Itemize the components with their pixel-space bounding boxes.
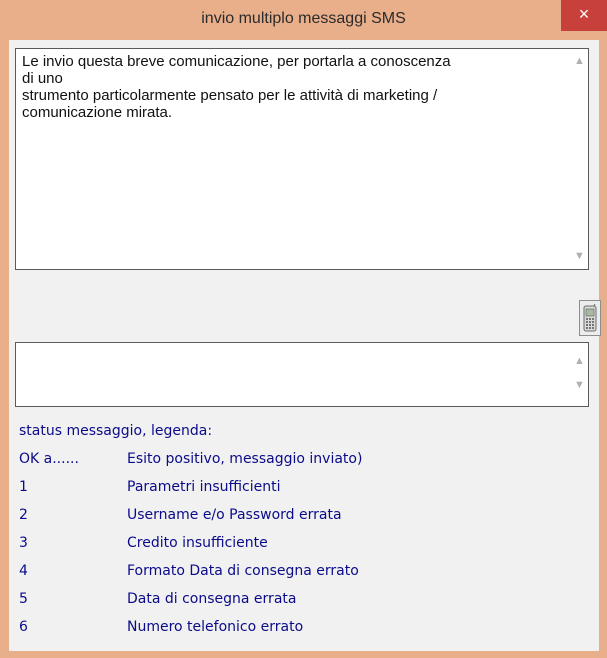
legend-row: 5 Data di consegna errata bbox=[19, 591, 579, 615]
chevron-up-icon[interactable]: ▲ bbox=[571, 53, 588, 70]
message-text: Le invio questa breve comunicazione, per… bbox=[22, 53, 451, 121]
close-button[interactable]: × bbox=[561, 0, 607, 31]
status-code: 1 bbox=[19, 479, 28, 495]
status-description: Data di consegna errata bbox=[127, 591, 297, 607]
sms-window: invio multiplo messaggi SMS × Le invio q… bbox=[0, 0, 607, 658]
mobile-phone-icon bbox=[583, 304, 597, 332]
legend-row: OK a...... Esito positivo, messaggio inv… bbox=[19, 451, 579, 475]
status-code: 6 bbox=[19, 619, 28, 635]
legend-row: 2 Username e/o Password errata bbox=[19, 507, 579, 531]
message-textarea[interactable]: Le invio questa breve comunicazione, per… bbox=[15, 48, 589, 270]
status-description: Esito positivo, messaggio inviato) bbox=[127, 451, 363, 467]
numbers-scrollbar[interactable]: ▲ ▼ bbox=[571, 343, 588, 406]
message-scrollbar[interactable]: ▲ ▼ bbox=[571, 49, 588, 269]
send-sms-button[interactable] bbox=[579, 300, 601, 336]
numbers-textarea[interactable]: ▲ ▼ bbox=[15, 342, 589, 407]
status-code: 5 bbox=[19, 591, 28, 607]
chevron-down-icon[interactable]: ▼ bbox=[571, 377, 588, 394]
chevron-down-icon[interactable]: ▼ bbox=[571, 248, 588, 265]
status-description: Credito insufficiente bbox=[127, 535, 268, 551]
status-description: Numero telefonico errato bbox=[127, 619, 304, 635]
status-description: Username e/o Password errata bbox=[127, 507, 342, 523]
status-legend: status messaggio, legenda: OK a...... Es… bbox=[15, 410, 589, 650]
legend-row: 3 Credito insufficiente bbox=[19, 535, 579, 559]
title-bar[interactable]: invio multiplo messaggi SMS × bbox=[0, 0, 607, 40]
status-code: 4 bbox=[19, 563, 28, 579]
legend-row: 4 Formato Data di consegna errato bbox=[19, 563, 579, 587]
legend-row: 6 Numero telefonico errato bbox=[19, 619, 579, 643]
status-code: OK a...... bbox=[19, 451, 79, 467]
status-description: Parametri insufficienti bbox=[127, 479, 281, 495]
status-code: 3 bbox=[19, 535, 28, 551]
status-code: 2 bbox=[19, 507, 28, 523]
legend-row: 1 Parametri insufficienti bbox=[19, 479, 579, 503]
chevron-up-icon[interactable]: ▲ bbox=[571, 353, 588, 370]
status-description: Formato Data di consegna errato bbox=[127, 563, 359, 579]
legend-title: status messaggio, legenda: bbox=[19, 423, 213, 439]
window-title: invio multiplo messaggi SMS bbox=[201, 10, 406, 27]
close-icon: × bbox=[578, 4, 590, 24]
